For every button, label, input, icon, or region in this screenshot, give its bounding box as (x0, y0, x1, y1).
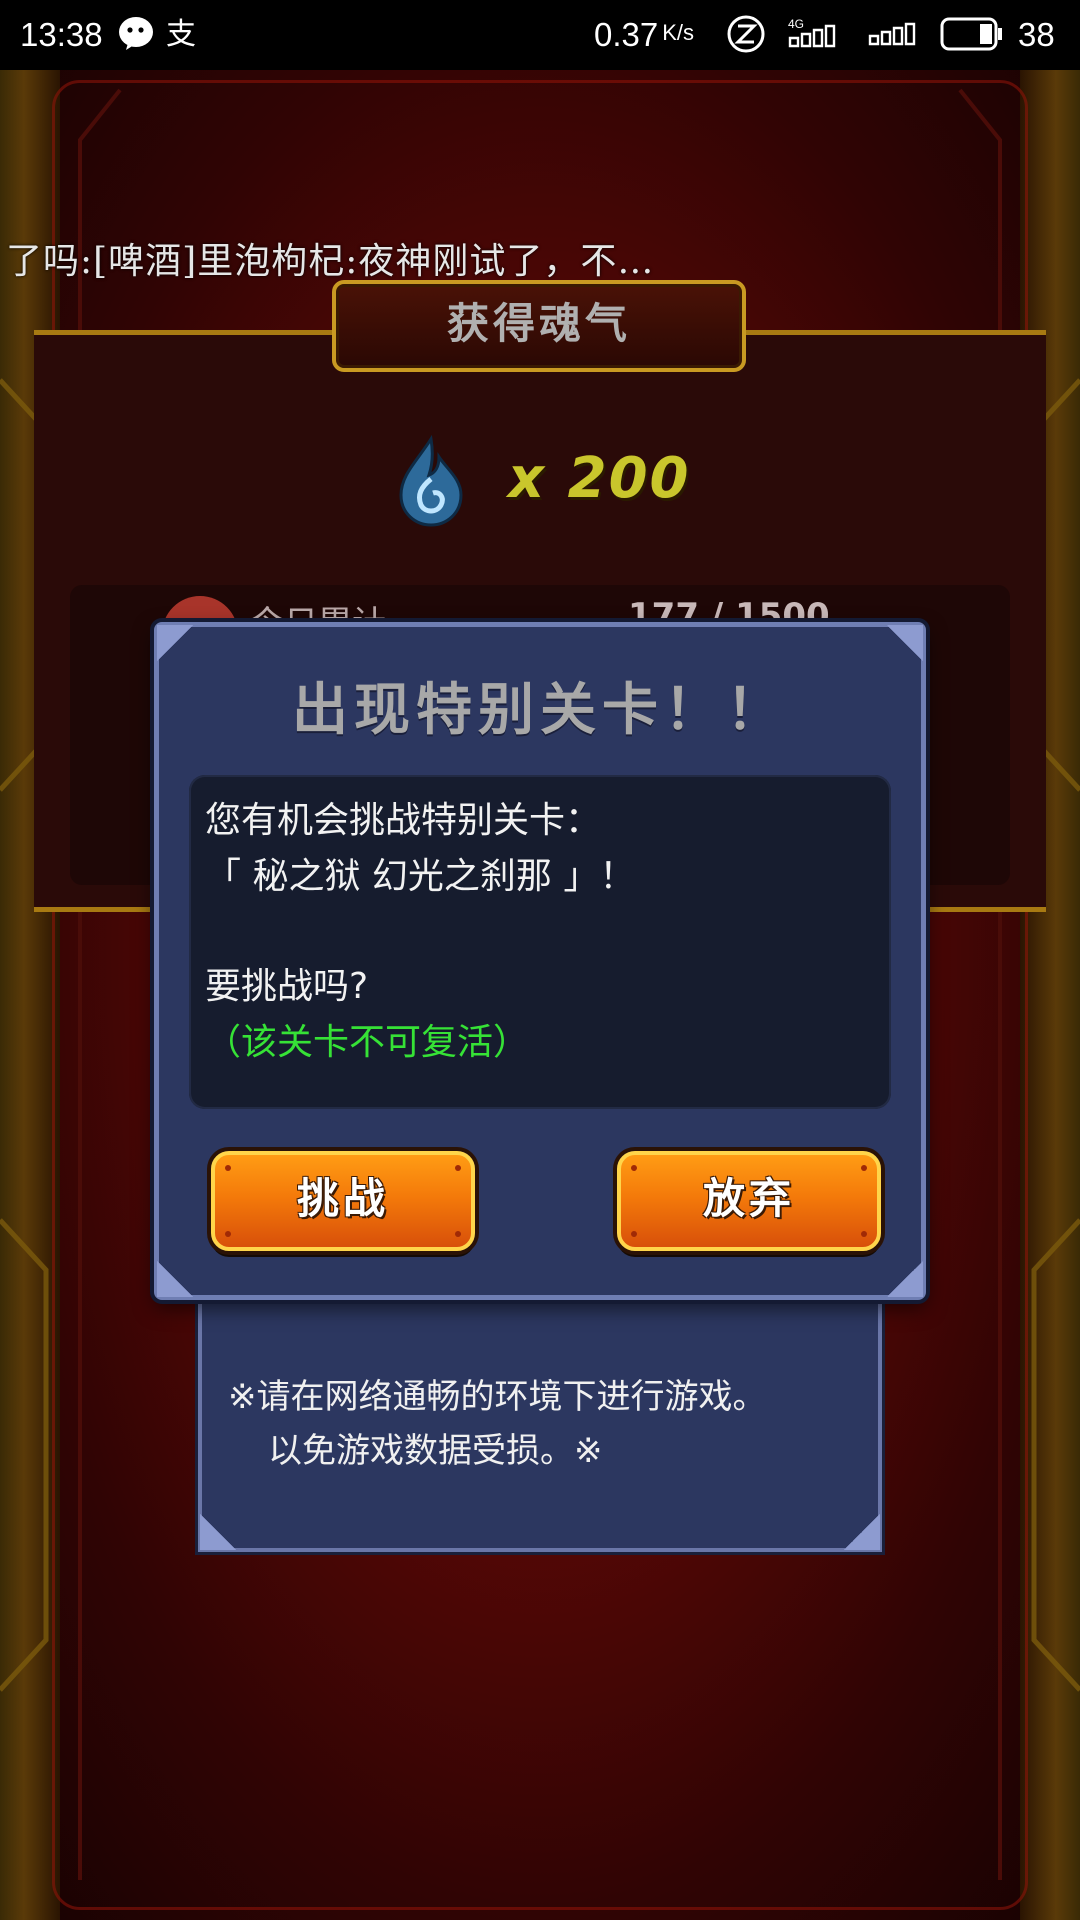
net-speed-unit: K/s (662, 20, 695, 45)
special-stage-dialog: 出现特别关卡！！ 您有机会挑战特别关卡： 「 秘之狱 幻光之刹那 」！ 要挑战吗… (154, 622, 926, 1300)
abandon-button[interactable]: 放弃 (617, 1151, 881, 1251)
battery-icon (940, 17, 1002, 51)
no-revive-warning: （该关卡不可复活） (205, 1022, 530, 1063)
wifi-icon (868, 22, 916, 46)
status-time: 13:38 (20, 16, 103, 53)
svg-text:4G: 4G (788, 17, 804, 31)
notice-corner-br (844, 1514, 880, 1550)
notice-line-2: 以免游戏数据受损。※ (268, 1431, 603, 1471)
dialog-corner-bl (157, 1261, 193, 1297)
message-stage-name: 「 秘之狱 幻光之刹那 」！ (205, 856, 636, 897)
dialog-corner-tl (157, 625, 193, 661)
game-screen: 13:38 支 0.37 K/s 4G 38 获得魂气 x 200 今日累计 1… (0, 0, 1080, 1920)
chat-ticker: 了吗:[啤酒]里泡枸杞:夜神刚试了，不… (6, 241, 655, 282)
notice-line-1: ※请在网络通畅的环境下进行游戏。 (228, 1377, 767, 1417)
challenge-button-label: 挑战 (296, 1174, 389, 1223)
network-notice: ※请在网络通畅的环境下进行游戏。 以免游戏数据受损。※ (228, 1370, 868, 1478)
message-line-1: 您有机会挑战特别关卡： (205, 800, 602, 841)
battery-level: 38 (1018, 16, 1055, 53)
net-speed: 0.37 K/s (594, 16, 695, 53)
status-bar: 13:38 支 0.37 K/s 4G 38 (0, 0, 1080, 70)
soul-flame-icon (399, 435, 463, 527)
notice-corner-bl (200, 1514, 236, 1550)
challenge-button[interactable]: 挑战 (211, 1151, 475, 1251)
message-question: 要挑战吗? (205, 966, 369, 1007)
alipay-icon: 支 (166, 18, 196, 51)
wechat-icon (119, 17, 153, 50)
4g-signal-icon: 4G (788, 17, 836, 48)
soul-count: x 200 (508, 446, 691, 511)
dialog-corner-br (887, 1261, 923, 1297)
result-title: 获得魂气 (332, 280, 746, 372)
abandon-button-label: 放弃 (702, 1174, 795, 1223)
dialog-title: 出现特别关卡！！ (292, 678, 788, 743)
z-icon (727, 15, 765, 53)
dialog-message: 您有机会挑战特别关卡： 「 秘之狱 幻光之刹那 」！ 要挑战吗? （该关卡不可复… (205, 793, 865, 1071)
dialog-corner-tr (887, 625, 923, 661)
